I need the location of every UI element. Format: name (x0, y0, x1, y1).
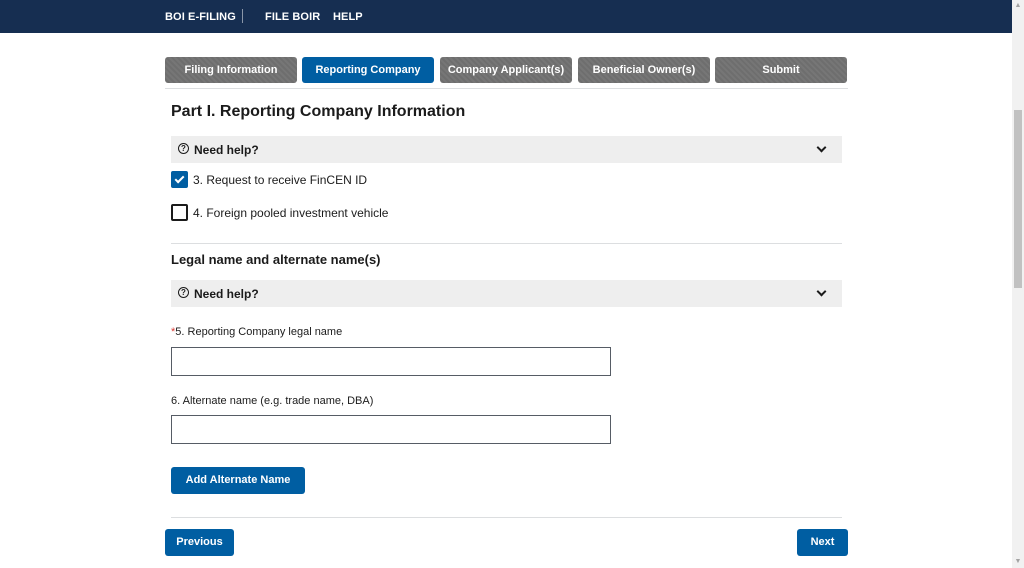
steps-divider (165, 88, 848, 89)
question-circle-icon: ? (178, 143, 189, 154)
step-reporting-company[interactable]: Reporting Company (302, 57, 434, 83)
nav-link-help[interactable]: HELP (333, 11, 363, 23)
need-help-label: Need help? (194, 287, 259, 301)
step-company-applicants[interactable]: Company Applicant(s) (440, 57, 572, 83)
page-scrollbar[interactable]: ▲ ▼ (1012, 0, 1024, 568)
need-help-label: Need help? (194, 143, 259, 157)
step-filing-information[interactable]: Filing Information (165, 57, 297, 83)
previous-button[interactable]: Previous (165, 529, 234, 556)
checkbox-label-foreign-pooled-investment-vehicle: 4. Foreign pooled investment vehicle (193, 206, 389, 220)
add-alternate-name-button[interactable]: Add Alternate Name (171, 467, 305, 494)
alternate-name-label: 6. Alternate name (e.g. trade name, DBA) (171, 395, 374, 407)
footer-divider (171, 517, 842, 518)
scrollbar-thumb[interactable] (1014, 110, 1022, 288)
section-divider (171, 243, 842, 244)
nav-link-boi-e-filing[interactable]: BOI E-FILING (165, 11, 236, 23)
nav-link-file-boir[interactable]: FILE BOIR (265, 11, 320, 23)
filing-steps: Filing Information Reporting Company Com… (165, 57, 848, 83)
need-help-accordion-part1[interactable]: ? Need help? (171, 136, 842, 163)
section-title-legal-name: Legal name and alternate name(s) (171, 252, 381, 267)
checkbox-foreign-pooled-investment-vehicle[interactable] (171, 204, 188, 221)
page-title: Part I. Reporting Company Information (171, 103, 466, 120)
legal-name-label-text: 5. Reporting Company legal name (175, 326, 343, 338)
nav-divider (242, 9, 243, 23)
legal-name-label: *5. Reporting Company legal name (171, 326, 342, 338)
legal-name-input[interactable] (171, 347, 611, 376)
checkbox-label-request-fincen-id: 3. Request to receive FinCEN ID (193, 173, 368, 187)
checkmark-icon (174, 173, 185, 184)
question-circle-icon: ? (178, 287, 189, 298)
chevron-down-icon (816, 142, 827, 153)
step-submit[interactable]: Submit (715, 57, 847, 83)
alternate-name-input[interactable] (171, 415, 611, 444)
top-nav-bar: BOI E-FILING FILE BOIR HELP (0, 0, 1012, 33)
step-beneficial-owners[interactable]: Beneficial Owner(s) (578, 57, 710, 83)
checkbox-request-fincen-id[interactable] (171, 171, 188, 188)
next-button[interactable]: Next (797, 529, 848, 556)
chevron-down-icon (816, 286, 827, 297)
scroll-up-arrow-icon[interactable]: ▲ (1012, 0, 1024, 12)
need-help-accordion-legal-name[interactable]: ? Need help? (171, 280, 842, 307)
scroll-down-arrow-icon[interactable]: ▼ (1012, 556, 1024, 568)
